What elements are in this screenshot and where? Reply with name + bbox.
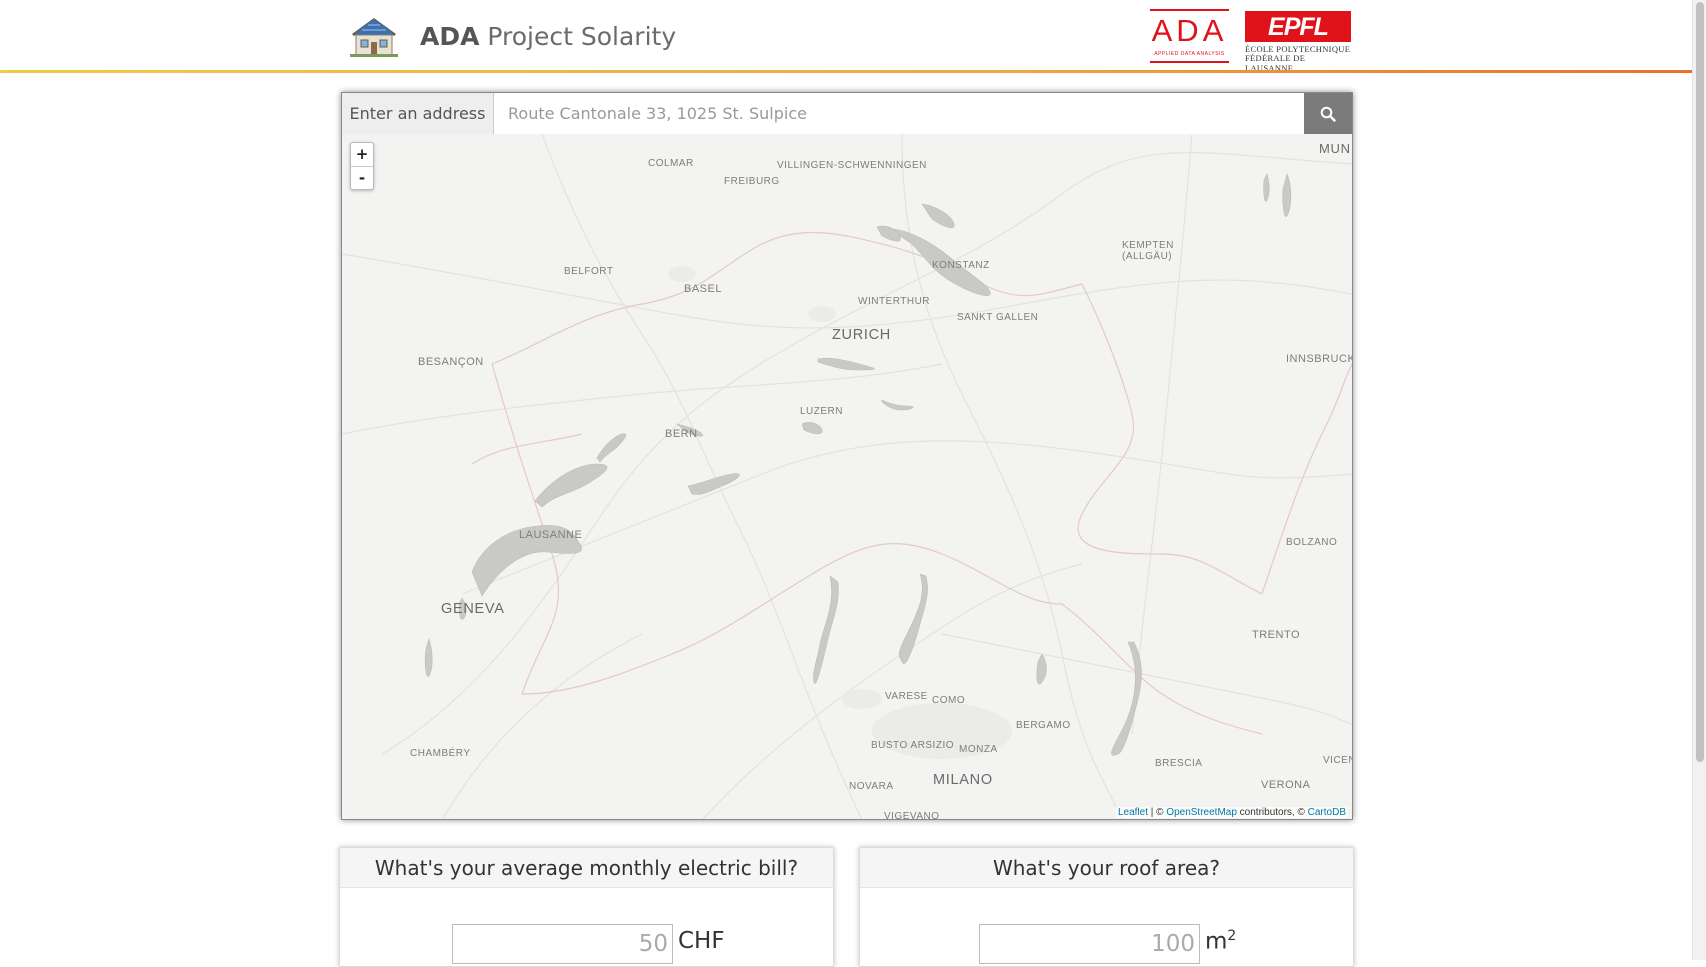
map-label-kempten: KEMPTEN [1122,240,1174,251]
site-header: ADA Project Solarity ADA APPLIED DATA AN… [0,0,1692,73]
map-canvas[interactable]: + - COLMAR FREIBURG VILLINGEN-SCHWENNING… [342,134,1353,820]
map-label-allgau: (ALLGÄU) [1122,251,1173,262]
map-label-brescia: BRESCIA [1155,758,1203,769]
map-label-basel: BASEL [684,283,722,295]
address-search-bar: Enter an address [342,93,1352,134]
map-label-como: COMO [932,695,966,706]
header-divider [0,70,1692,73]
map-label-luzern: LUZERN [800,406,844,417]
map-label-villingen: VILLINGEN-SCHWENNINGEN [777,160,927,171]
map-label-freiburg: FREIBURG [724,176,780,187]
roof-unit: m2 [1205,928,1237,955]
map-label-bolzano: BOLZANO [1286,537,1338,548]
search-icon [1320,106,1336,122]
map-label-belfort: BELFORT [564,266,614,277]
map-label-bergamo: BERGAMO [1016,720,1071,731]
map-label-busto-arsizio: BUSTO ARSIZIO [871,740,954,751]
ada-logo-text: ADA [1151,13,1228,48]
roof-question: What's your roof area? [860,848,1353,888]
address-input[interactable] [494,93,1304,134]
zoom-in-button[interactable]: + [351,143,373,166]
bill-panel: What's your average monthly electric bil… [339,847,834,967]
map-basemap [342,134,1352,819]
map-label-varese: VARESE [885,691,928,702]
roof-panel: What's your roof area? m2 [859,847,1354,967]
epfl-logo[interactable]: EPFL ÉCOLE POLYTECHNIQUE FÉDÉRALE DE LAU… [1245,11,1351,73]
map-attribution: Leaflet | © OpenStreetMap contributors, … [1115,807,1348,818]
map-label-besancon: BESANÇON [418,356,484,368]
map-label-sankt-gallen: SANKT GALLEN [957,312,1039,323]
osm-link[interactable]: OpenStreetMap [1166,807,1237,818]
app-title: ADA Project Solarity [420,21,677,51]
map-label-colmar: COLMAR [648,158,694,169]
bill-unit: CHF [678,928,725,954]
map-label-lausanne: LAUSANNE [519,529,583,541]
bill-question: What's your average monthly electric bil… [340,848,833,888]
map-label-geneva: GENEVA [441,601,505,617]
map-label-chambery: CHAMBÉRY [410,748,471,759]
map-label-vigevano: VIGEVANO [884,811,940,820]
search-button[interactable] [1304,93,1352,134]
roof-area-input[interactable] [979,924,1200,964]
map-label-verona: VERONA [1261,779,1311,791]
map-label-novara: NOVARA [849,781,894,792]
map-label-winterthur: WINTERTHUR [858,296,931,307]
map-label-monza: MONZA [959,744,998,755]
ada-logo[interactable]: ADA APPLIED DATA ANALYSIS [1150,9,1229,63]
map-label-munchen: MUN [1319,141,1351,156]
scrollbar-thumb[interactable] [1696,2,1704,762]
page-scrollbar[interactable] [1692,0,1706,960]
epfl-logo-text: EPFL [1268,13,1329,41]
leaflet-link[interactable]: Leaflet [1118,807,1148,818]
map-label-bern: BERN [665,428,698,440]
map-label-milano: MILANO [933,772,993,788]
house-icon [350,18,398,57]
map-label-vicenza: VICEN [1323,755,1353,766]
map-label-trento: TRENTO [1252,629,1301,641]
map-label-zurich: ZURICH [832,327,891,343]
zoom-control: + - [350,142,374,190]
bill-input[interactable] [452,924,673,964]
roof-unit-exponent: 2 [1227,928,1237,944]
address-label: Enter an address [342,93,494,134]
brand[interactable]: ADA Project Solarity [348,14,676,58]
map-label-konstanz: KONSTANZ [932,260,990,271]
map-label-innsbruck: INNSBRUCK [1286,353,1353,365]
map-card: Enter an address Route Cantonale 33, 102… [341,92,1353,820]
ada-logo-subtitle: APPLIED DATA ANALYSIS [1154,51,1225,57]
zoom-out-button[interactable]: - [351,166,373,189]
cartodb-link[interactable]: CartoDB [1308,807,1346,818]
